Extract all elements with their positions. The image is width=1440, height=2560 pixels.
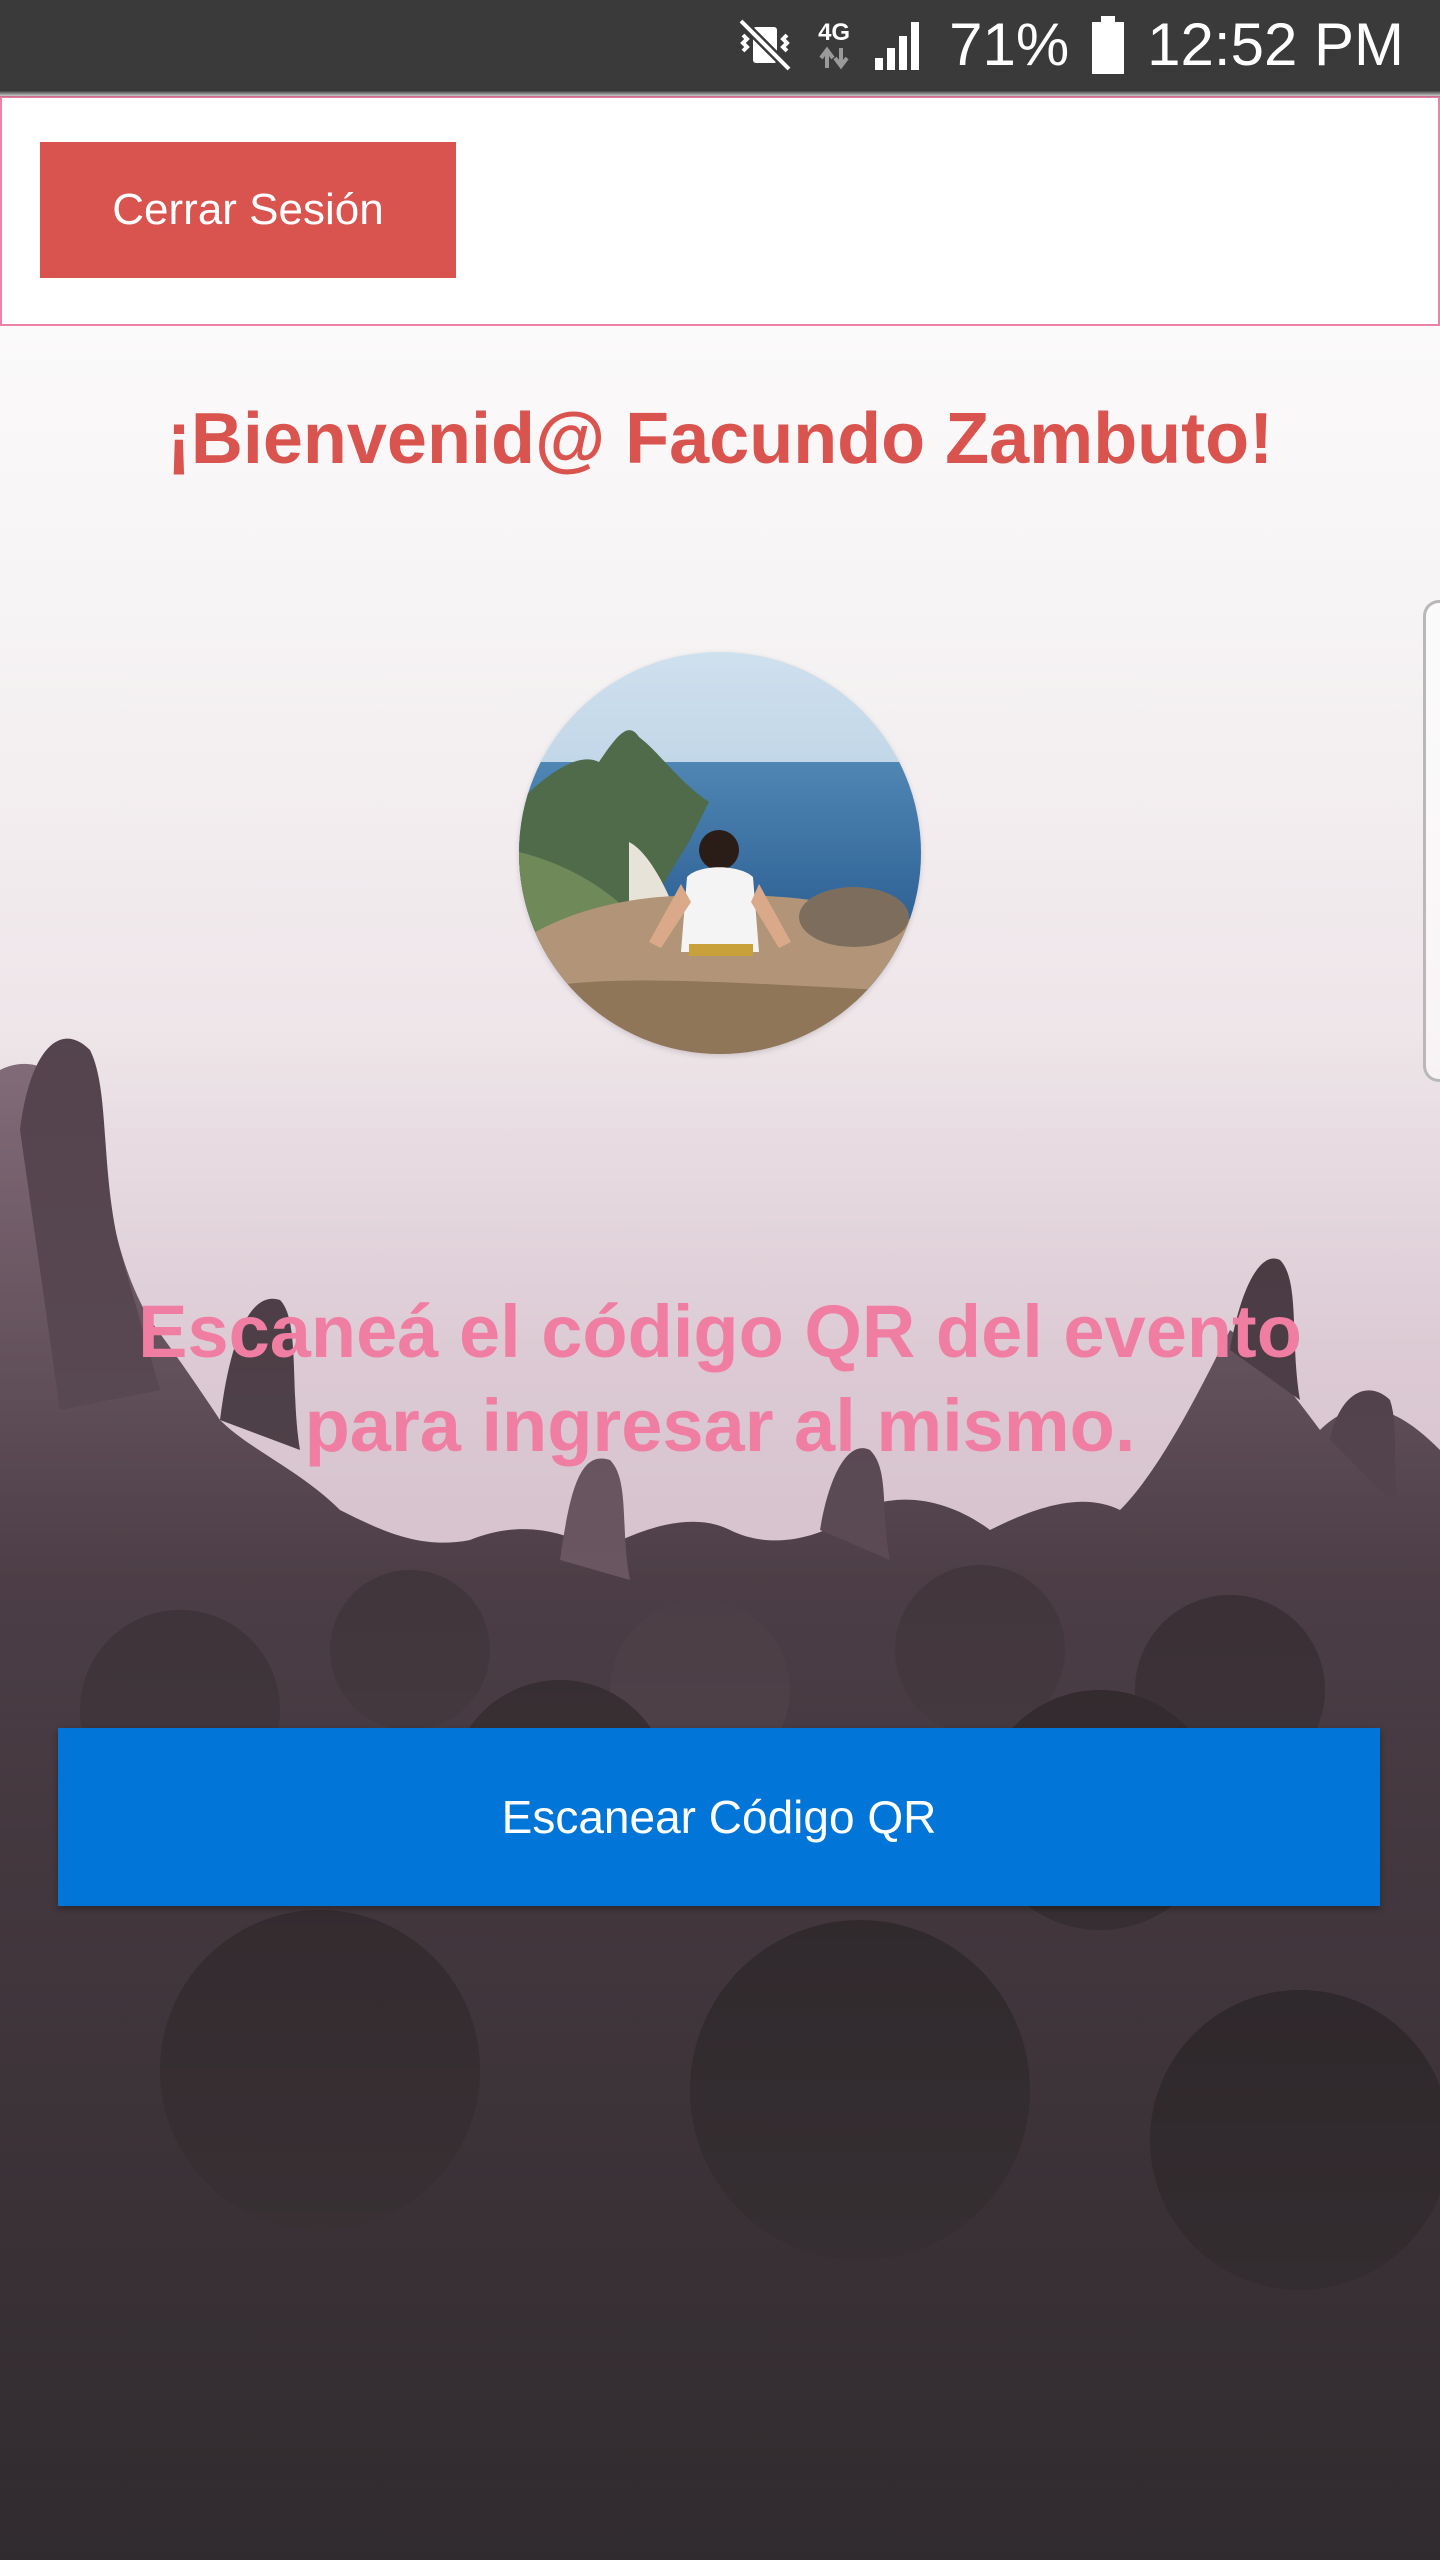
scan-qr-button[interactable]: Escanear Código QR xyxy=(58,1728,1380,1906)
top-bar: Cerrar Sesión xyxy=(0,96,1440,326)
data-arrows-icon xyxy=(819,46,849,70)
status-items: 4G 71% 12:52 PM xyxy=(735,0,1404,90)
avatar xyxy=(519,652,921,1054)
clock: 12:52 PM xyxy=(1147,11,1404,78)
signal-icon xyxy=(873,18,927,72)
logout-button[interactable]: Cerrar Sesión xyxy=(40,142,456,278)
battery-icon xyxy=(1091,16,1125,74)
edge-panel-handle[interactable] xyxy=(1423,600,1440,1082)
network-label: 4G xyxy=(818,19,851,46)
welcome-title: ¡Bienvenid@ Facundo Zambuto! xyxy=(166,399,1274,479)
status-bar-shadow xyxy=(0,90,1440,98)
scan-instruction: Escaneá el código QR del evento para ing… xyxy=(138,1290,1302,1467)
network-type: 4G xyxy=(817,20,851,70)
avatar-photo xyxy=(519,652,921,1054)
battery-percent: 71% xyxy=(949,11,1070,78)
vibrate-mute-icon xyxy=(735,15,795,75)
status-bar: 4G 71% 12:52 PM xyxy=(0,0,1440,90)
app-screen: 4G 71% 12:52 PM Cerrar Sesión ¡Bienvenid… xyxy=(0,0,1440,2560)
